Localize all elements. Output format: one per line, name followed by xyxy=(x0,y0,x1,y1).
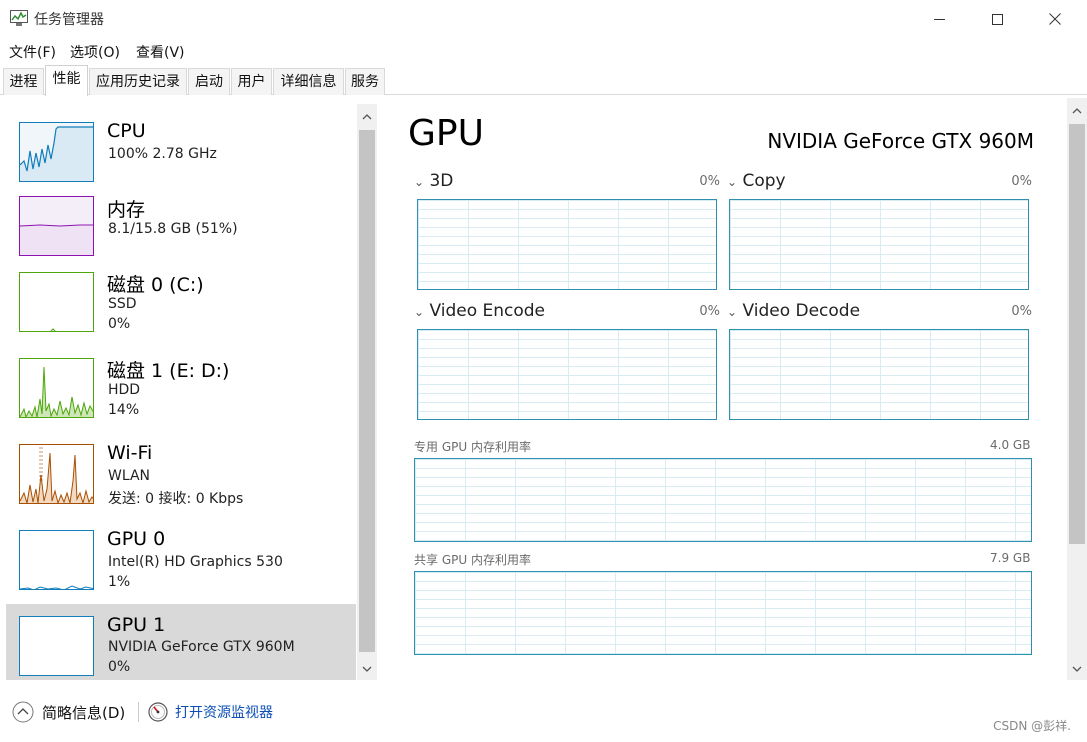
chevron-up-circle-icon xyxy=(12,701,34,723)
title-bar: 任务管理器 xyxy=(0,0,1087,38)
scroll-up-icon[interactable] xyxy=(1072,108,1082,114)
shared-memory-label: 共享 GPU 内存利用率 xyxy=(414,553,531,567)
sidebar-item-wifi[interactable]: Wi-Fi WLAN 发送: 0 接收: 0 Kbps xyxy=(6,438,356,524)
sidebar-item-gpu1[interactable]: GPU 1 NVIDIA GeForce GTX 960M 0% xyxy=(6,604,356,680)
menu-bar: 文件(F) 选项(O) 查看(V) xyxy=(0,38,1087,62)
engine-copy-label: Copy xyxy=(742,171,786,191)
shared-memory-graph xyxy=(414,571,1032,655)
engine-video-encode-graph xyxy=(417,329,717,420)
close-icon xyxy=(1049,13,1061,25)
engine-3d-percent: 0% xyxy=(699,174,720,189)
sidebar-item-disk1[interactable]: 磁盘 1 (E: D:) HDD 14% xyxy=(6,352,356,438)
scroll-down-icon[interactable] xyxy=(362,666,372,672)
tab-startup[interactable]: 启动 xyxy=(188,68,230,95)
tab-services[interactable]: 服务 xyxy=(345,68,385,95)
resource-sidebar: CPU 100% 2.78 GHz 内存 8.1/15.8 GB (51%) 磁… xyxy=(6,104,356,680)
footer-divider xyxy=(138,702,139,722)
maximize-button[interactable] xyxy=(968,0,1026,38)
gpu1-title: GPU 1 xyxy=(107,614,166,636)
wifi-adapter: WLAN xyxy=(108,468,151,484)
engine-video-encode-percent: 0% xyxy=(699,304,720,319)
main-scroll-thumb[interactable] xyxy=(1069,124,1085,544)
disk1-thumbnail-graph xyxy=(19,358,94,418)
page-title: GPU xyxy=(408,113,484,154)
tab-bar: 进程 性能 应用历史记录 启动 用户 详细信息 服务 xyxy=(0,65,1087,96)
disk0-title: 磁盘 0 (C:) xyxy=(107,274,204,296)
engine-video-decode-selector[interactable]: ⌄ Video Decode xyxy=(727,301,860,321)
gpu1-thumbnail-graph xyxy=(19,616,94,676)
wifi-thumbnail-graph xyxy=(19,444,94,504)
engine-3d-graph xyxy=(417,199,717,290)
gpu0-thumbnail-graph xyxy=(19,530,94,590)
engine-video-decode-label: Video Decode xyxy=(742,301,861,321)
engine-video-encode-label: Video Encode xyxy=(429,301,546,321)
sidebar-scroll-thumb[interactable] xyxy=(359,130,375,652)
dedicated-memory-label: 专用 GPU 内存利用率 xyxy=(414,440,531,454)
disk0-usage: 0% xyxy=(108,316,131,332)
memory-thumbnail-graph xyxy=(19,196,94,256)
chevron-down-icon: ⌄ xyxy=(727,175,738,189)
dedicated-memory-max: 4.0 GB xyxy=(990,438,1031,452)
gpu1-usage: 0% xyxy=(108,659,131,675)
engine-video-encode-selector[interactable]: ⌄ Video Encode xyxy=(414,301,545,321)
window-title: 任务管理器 xyxy=(34,12,104,28)
summary-toggle[interactable]: 简略信息(D) xyxy=(12,700,125,724)
wifi-title: Wi-Fi xyxy=(107,442,153,464)
watermark: CSDN @彭祥. xyxy=(993,719,1071,733)
disk0-type: SSD xyxy=(108,296,137,312)
resource-monitor-label: 打开资源监视器 xyxy=(175,705,273,721)
tab-details[interactable]: 详细信息 xyxy=(273,68,344,95)
chevron-down-icon: ⌄ xyxy=(727,305,738,319)
wifi-throughput: 发送: 0 接收: 0 Kbps xyxy=(108,491,244,507)
engine-video-decode-percent: 0% xyxy=(1011,304,1032,319)
task-manager-icon xyxy=(10,10,28,26)
gpu0-usage: 1% xyxy=(108,574,131,590)
gpu1-model: NVIDIA GeForce GTX 960M xyxy=(108,639,295,655)
resource-monitor-icon xyxy=(148,702,168,722)
tab-processes[interactable]: 进程 xyxy=(3,68,44,95)
footer-bar: 简略信息(D) 打开资源监视器 xyxy=(0,684,1087,742)
sidebar-item-memory[interactable]: 内存 8.1/15.8 GB (51%) xyxy=(6,190,356,266)
tab-performance[interactable]: 性能 xyxy=(45,65,88,96)
engine-copy-selector[interactable]: ⌄ Copy xyxy=(727,171,786,191)
gpu0-title: GPU 0 xyxy=(107,528,166,550)
engine-copy-graph xyxy=(729,199,1029,290)
engine-copy-percent: 0% xyxy=(1011,174,1032,189)
engine-3d-selector[interactable]: ⌄ 3D xyxy=(414,171,453,191)
open-resource-monitor-link[interactable]: 打开资源监视器 xyxy=(148,700,273,724)
cpu-thumbnail-graph xyxy=(19,122,94,182)
disk1-type: HDD xyxy=(108,382,141,398)
disk0-thumbnail-graph xyxy=(19,272,94,332)
disk1-title: 磁盘 1 (E: D:) xyxy=(107,360,230,382)
menu-file[interactable]: 文件(F) xyxy=(9,42,56,62)
cpu-usage: 100% 2.78 GHz xyxy=(108,146,217,162)
gpu0-model: Intel(R) HD Graphics 530 xyxy=(108,554,283,570)
close-button[interactable] xyxy=(1026,0,1084,38)
engine-3d-label: 3D xyxy=(429,171,454,191)
menu-view[interactable]: 查看(V) xyxy=(136,42,185,62)
summary-label: 简略信息(D) xyxy=(42,703,126,722)
chevron-down-icon: ⌄ xyxy=(414,305,425,319)
scroll-down-icon[interactable] xyxy=(1072,666,1082,672)
sidebar-item-gpu0[interactable]: GPU 0 Intel(R) HD Graphics 530 1% xyxy=(6,524,356,604)
chevron-down-icon: ⌄ xyxy=(414,175,425,189)
dedicated-memory-graph xyxy=(414,458,1032,542)
tab-app-history[interactable]: 应用历史记录 xyxy=(89,68,187,95)
engine-video-decode-graph xyxy=(729,329,1029,420)
disk1-usage: 14% xyxy=(108,402,140,418)
sidebar-item-disk0[interactable]: 磁盘 0 (C:) SSD 0% xyxy=(6,266,356,352)
cpu-title: CPU xyxy=(107,120,146,142)
maximize-icon xyxy=(991,13,1003,25)
gpu-model-name: NVIDIA GeForce GTX 960M xyxy=(767,129,1034,153)
memory-title: 内存 xyxy=(107,199,146,221)
sidebar-item-cpu[interactable]: CPU 100% 2.78 GHz xyxy=(6,104,356,190)
scroll-up-icon[interactable] xyxy=(362,114,372,120)
tab-users[interactable]: 用户 xyxy=(231,68,272,95)
menu-options[interactable]: 选项(O) xyxy=(70,42,120,62)
minimize-icon xyxy=(933,18,945,20)
minimize-button[interactable] xyxy=(910,0,968,38)
shared-memory-max: 7.9 GB xyxy=(990,551,1031,565)
memory-usage: 8.1/15.8 GB (51%) xyxy=(108,221,238,237)
